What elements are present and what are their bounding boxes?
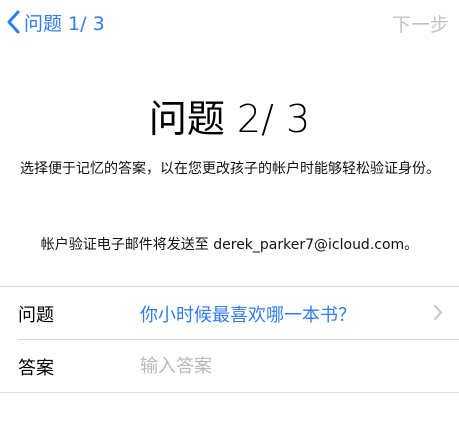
back-button[interactable]: 问题 1/ 3 <box>6 8 105 36</box>
divider-bottom <box>0 392 459 393</box>
next-button[interactable]: 下一步 <box>392 10 449 37</box>
answer-input[interactable] <box>140 352 430 380</box>
back-button-label: 问题 1/ 3 <box>24 12 105 35</box>
answer-label: 答案 <box>18 358 54 379</box>
navigation-bar: 问题 1/ 3 下一步 <box>0 0 459 46</box>
page-title: 问题 2/ 3 <box>148 97 311 141</box>
chevron-left-icon <box>6 10 20 34</box>
question-label: 问题 <box>18 305 54 326</box>
question-value[interactable]: 你小时候最喜欢哪一本书？ <box>140 301 356 327</box>
chevron-right-icon <box>433 304 443 325</box>
email-notice: 帐户验证电子邮件将发送至 derek_parker7@icloud.com。 <box>40 237 419 253</box>
question-row[interactable]: 问题 你小时候最喜欢哪一本书？ <box>0 287 459 339</box>
answer-row: 答案 <box>0 340 459 392</box>
page-description: 选择便于记忆的答案，以在您更改孩子的帐户时能够轻松验证身份。 <box>20 161 440 177</box>
